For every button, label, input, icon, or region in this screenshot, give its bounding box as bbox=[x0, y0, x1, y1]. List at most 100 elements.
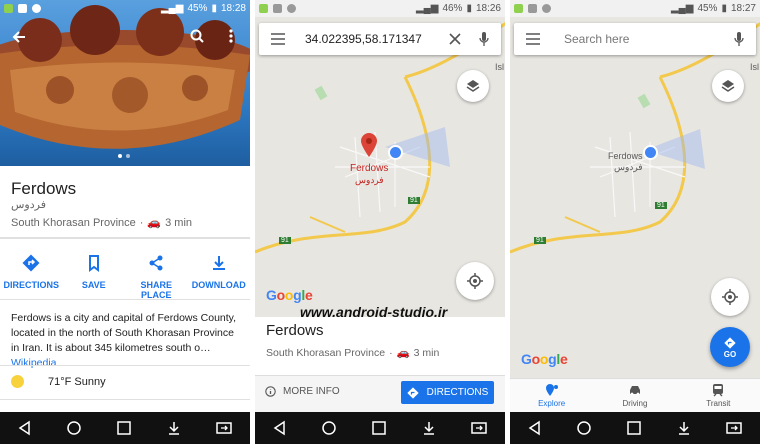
notification-icon bbox=[18, 4, 27, 13]
directions-button[interactable]: DIRECTIONS bbox=[0, 250, 63, 300]
menu-icon[interactable] bbox=[526, 33, 540, 45]
my-location-dot bbox=[388, 145, 403, 160]
car-icon bbox=[629, 386, 640, 396]
recents-nav-icon[interactable] bbox=[626, 420, 642, 436]
directions-icon bbox=[22, 254, 40, 272]
layers-icon bbox=[721, 80, 735, 92]
menu-icon[interactable] bbox=[271, 33, 285, 45]
car-icon: 🚗 bbox=[147, 217, 162, 229]
description-text: Ferdows is a city and capital of Ferdows… bbox=[11, 312, 237, 354]
notifications-pull-icon[interactable] bbox=[166, 420, 182, 436]
wikipedia-link[interactable]: Wikipedia bbox=[11, 357, 57, 369]
drive-time: 3 min bbox=[413, 346, 440, 359]
share-place-label: SHARE PLACE bbox=[140, 280, 172, 300]
notifications-pull-icon[interactable] bbox=[421, 420, 437, 436]
directions-label: DIRECTIONS bbox=[426, 387, 489, 398]
google-logo: Google bbox=[521, 351, 568, 367]
map-view[interactable]: 91 91 Isl Ferdows فردوس Google bbox=[255, 17, 505, 317]
status-bar: ▂▄▆ 45% ▮ 18:27 bbox=[510, 0, 760, 17]
more-vert-icon[interactable] bbox=[228, 28, 234, 44]
android-nav-bar bbox=[255, 412, 505, 444]
tab-explore[interactable]: Explore bbox=[510, 379, 593, 413]
place-description: Ferdows is a city and capital of Ferdows… bbox=[11, 311, 241, 371]
search-icon[interactable] bbox=[190, 29, 204, 43]
place-meta: South Khorasan Province · 🚗 3 min bbox=[266, 346, 440, 360]
battery-level: 46% bbox=[442, 3, 463, 14]
save-label: SAVE bbox=[81, 280, 106, 290]
crosshair-icon bbox=[467, 273, 483, 289]
recents-nav-icon[interactable] bbox=[116, 420, 132, 436]
map-place-label-local: فردوس bbox=[355, 175, 384, 185]
tab-driving-label: Driving bbox=[622, 399, 648, 408]
recents-nav-icon[interactable] bbox=[371, 420, 387, 436]
province-label: South Khorasan Province bbox=[266, 346, 386, 359]
bottom-tabs: Explore Driving Transit bbox=[510, 378, 760, 413]
tab-driving[interactable]: Driving bbox=[593, 379, 676, 413]
road-shield-91: 91 bbox=[534, 237, 546, 244]
notification-icon bbox=[273, 4, 282, 13]
corner-map-label: Isl bbox=[495, 62, 504, 72]
download-button[interactable]: DOWNLOAD bbox=[188, 250, 251, 300]
mic-icon[interactable] bbox=[479, 32, 489, 46]
red-pin-icon[interactable] bbox=[360, 132, 378, 158]
my-location-button[interactable] bbox=[456, 262, 494, 300]
back-nav-icon[interactable] bbox=[527, 420, 543, 436]
dual-window-icon[interactable] bbox=[470, 420, 488, 436]
layers-button[interactable] bbox=[712, 70, 744, 102]
directions-button[interactable]: DIRECTIONS bbox=[401, 381, 494, 404]
signal-icon: ▂▄▆ bbox=[670, 3, 694, 14]
home-nav-icon[interactable] bbox=[576, 420, 592, 436]
tab-transit-label: Transit bbox=[706, 399, 731, 408]
go-button[interactable]: GO bbox=[710, 327, 750, 367]
layers-button[interactable] bbox=[457, 70, 489, 102]
explore-pin-icon bbox=[545, 384, 558, 396]
notification-icon bbox=[528, 4, 537, 13]
sun-icon bbox=[11, 375, 24, 388]
notification-icon bbox=[287, 4, 296, 13]
notifications-pull-icon[interactable] bbox=[676, 420, 692, 436]
battery-level: 45% bbox=[697, 3, 718, 14]
bookmark-icon bbox=[88, 255, 99, 272]
back-nav-icon[interactable] bbox=[17, 420, 33, 436]
directions-label: DIRECTIONS bbox=[3, 280, 59, 290]
place-photo[interactable] bbox=[0, 0, 250, 166]
status-bar: ▂▄▆ 45% ▮ 18:28 bbox=[0, 0, 250, 17]
more-info-label: MORE INFO bbox=[283, 386, 340, 397]
save-button[interactable]: SAVE bbox=[63, 250, 126, 300]
weather-text: 71°F Sunny bbox=[48, 375, 106, 388]
my-location-dot bbox=[643, 145, 658, 160]
bowl-sculpture-image bbox=[0, 5, 250, 158]
tab-explore-label: Explore bbox=[538, 399, 566, 408]
divider bbox=[0, 299, 250, 300]
road-shield-91: 91 bbox=[408, 197, 420, 204]
home-nav-icon[interactable] bbox=[66, 420, 82, 436]
dual-window-icon[interactable] bbox=[215, 420, 233, 436]
transit-icon bbox=[713, 384, 724, 397]
notification-icon bbox=[32, 4, 41, 13]
back-arrow-icon[interactable] bbox=[12, 30, 26, 44]
map-place-label: Ferdows bbox=[350, 163, 389, 174]
tab-transit[interactable]: Transit bbox=[677, 379, 760, 413]
app-notification-icon bbox=[514, 4, 523, 13]
share-place-button[interactable]: SHARE PLACE bbox=[125, 250, 188, 300]
place-local-name: فردوس bbox=[11, 199, 46, 211]
go-label: GO bbox=[723, 349, 737, 359]
search-query[interactable]: 34.022395,58.171347 bbox=[285, 32, 449, 46]
more-info-button[interactable]: MORE INFO bbox=[265, 386, 340, 397]
search-bar[interactable]: 34.022395,58.171347 bbox=[259, 23, 501, 55]
place-meta: South Khorasan Province · 🚗 3 min bbox=[11, 216, 193, 230]
dual-window-icon[interactable] bbox=[725, 420, 743, 436]
status-bar: ▂▄▆ 46% ▮ 18:26 bbox=[255, 0, 505, 17]
close-icon[interactable] bbox=[449, 33, 461, 45]
search-bar[interactable]: Search here bbox=[514, 23, 756, 55]
home-nav-icon[interactable] bbox=[321, 420, 337, 436]
my-location-button[interactable] bbox=[711, 278, 749, 316]
province-label: South Khorasan Province bbox=[11, 216, 136, 229]
directions-icon bbox=[724, 336, 736, 349]
mic-icon[interactable] bbox=[734, 32, 744, 46]
app-notification-icon bbox=[259, 4, 268, 13]
signal-icon: ▂▄▆ bbox=[160, 3, 184, 14]
search-input[interactable]: Search here bbox=[540, 32, 734, 46]
back-nav-icon[interactable] bbox=[272, 420, 288, 436]
map-view[interactable]: 91 91 Isl Ferdows فردوس Google bbox=[510, 17, 760, 378]
